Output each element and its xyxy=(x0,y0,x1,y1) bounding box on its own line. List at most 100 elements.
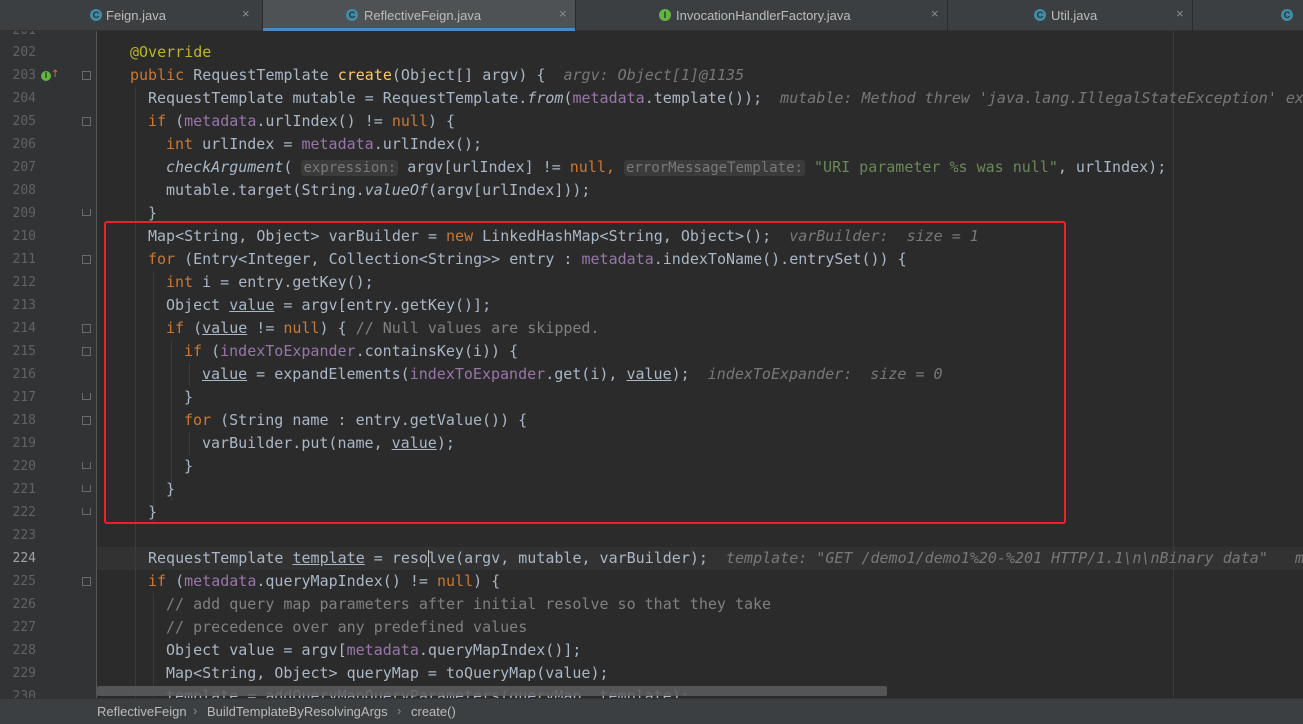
line-number: 205 xyxy=(12,114,36,129)
code-text: .queryMapIndex()]; xyxy=(418,641,582,659)
code-text: argv[urlIndex] != xyxy=(407,158,570,176)
debug-value-hint: mutable: Method threw 'java.lang.Illegal… xyxy=(780,89,1303,107)
code-text: , urlIndex); xyxy=(1057,158,1167,176)
code-line-229: Map<String, Object> queryMap = toQueryMa… xyxy=(166,664,609,682)
implements-marker-icon[interactable]: I xyxy=(41,71,51,81)
fold-icon[interactable] xyxy=(82,416,91,425)
line-number: 212 xyxy=(12,275,36,290)
code-text: mutable.target(String. xyxy=(166,181,365,199)
line-number: 215 xyxy=(12,344,36,359)
string-literal: "URI parameter %s was null" xyxy=(814,158,1058,176)
code-text: RequestTemplate xyxy=(184,66,338,84)
code-text: ( xyxy=(283,158,293,176)
indent-guide xyxy=(153,593,154,698)
close-tab-icon[interactable]: × xyxy=(1176,7,1184,21)
line-number: 226 xyxy=(12,597,36,612)
line-number: 210 xyxy=(12,229,36,244)
chevron-right-icon: › xyxy=(193,703,198,718)
code-text: (argv, mutable, varBuilder); xyxy=(455,549,708,567)
field-ref: metadata xyxy=(301,135,374,153)
code-text: ( xyxy=(166,112,185,130)
fold-end-icon[interactable] xyxy=(82,485,91,492)
fold-icon[interactable] xyxy=(82,117,91,126)
debug-value-hint: template: "GET /demo1/demo1%20-%201 HTTP… xyxy=(726,549,1303,567)
tab-util-java[interactable]: C Util.java × xyxy=(948,0,1193,30)
horizontal-scrollbar[interactable] xyxy=(97,686,887,696)
code-line-227: // precedence over any predefined values xyxy=(166,618,528,636)
code-text: urlIndex = xyxy=(193,135,302,153)
field-ref: metadata xyxy=(184,112,257,130)
tab-feign-java[interactable]: C Feign.java × xyxy=(82,0,263,30)
tab-label: Feign.java xyxy=(106,8,166,23)
tab-overflow[interactable]: C xyxy=(1193,0,1303,30)
code-line-204: RequestTemplate mutable = RequestTemplat… xyxy=(148,87,1303,110)
code-line-224: RequestTemplate template = resolve(argv,… xyxy=(148,547,1303,570)
fold-end-icon[interactable] xyxy=(82,508,91,515)
debug-value-hint: argv: Object[1]@1135 xyxy=(563,66,745,84)
code-line-206: int urlIndex = metadata.urlIndex(); xyxy=(166,133,482,156)
breadcrumb: ReflectiveFeign › BuildTemplateByResolvi… xyxy=(0,698,1303,724)
breadcrumb-item-class[interactable]: ReflectiveFeign xyxy=(97,704,187,719)
tab-label: InvocationHandlerFactory.java xyxy=(676,8,851,23)
breadcrumb-item-method[interactable]: create() xyxy=(411,704,456,719)
code-text: (argv[urlIndex])); xyxy=(427,181,591,199)
code-line-203: public RequestTemplate create(Object[] a… xyxy=(130,64,744,87)
line-number: 225 xyxy=(12,574,36,589)
editor-tab-bar: C Feign.java × C ReflectiveFeign.java × … xyxy=(0,0,1303,31)
fold-icon[interactable] xyxy=(82,71,91,80)
line-number: 211 xyxy=(12,252,36,267)
method-name: create xyxy=(337,66,392,84)
line-number-current: 224 xyxy=(12,551,36,566)
fold-end-icon[interactable] xyxy=(82,209,91,216)
line-number: 206 xyxy=(12,137,36,152)
line-number: 216 xyxy=(12,367,36,382)
code-text: .template()); xyxy=(644,89,763,107)
line-number-gutter[interactable]: 201 202 203 204 205 206 207 208 209 210 … xyxy=(0,31,97,698)
java-class-icon: C xyxy=(90,9,102,21)
line-number: 220 xyxy=(12,459,36,474)
close-tab-icon[interactable]: × xyxy=(242,7,250,21)
annotation: @Override xyxy=(130,43,212,61)
tab-invocationhandlerfactory-java[interactable]: I InvocationHandlerFactory.java × xyxy=(576,0,948,30)
line-number: 202 xyxy=(12,45,36,60)
keyword: null xyxy=(437,572,474,590)
line-number: 219 xyxy=(12,436,36,451)
line-number: 228 xyxy=(12,643,36,658)
code-text: ) { xyxy=(473,572,501,590)
line-number: 217 xyxy=(12,390,36,405)
code-text: Object value = argv[ xyxy=(166,641,347,659)
java-class-icon: C xyxy=(1034,9,1046,21)
fold-end-icon[interactable] xyxy=(82,462,91,469)
fold-icon[interactable] xyxy=(82,577,91,586)
line-number: 204 xyxy=(12,91,36,106)
code-line-225: if (metadata.queryMapIndex() != null) { xyxy=(148,570,500,593)
field-ref: metadata xyxy=(572,89,645,107)
tab-reflectivefeign-java[interactable]: C ReflectiveFeign.java × xyxy=(263,0,576,31)
right-margin-guide xyxy=(1173,31,1174,698)
field-ref: metadata xyxy=(346,641,419,659)
static-method: from xyxy=(527,89,564,107)
punctuation: , xyxy=(605,158,615,176)
close-tab-icon[interactable]: × xyxy=(559,7,567,21)
fold-icon[interactable] xyxy=(82,347,91,356)
code-text: = xyxy=(364,549,392,567)
parameter-hint: errorMessageTemplate: xyxy=(623,160,805,176)
line-number: 207 xyxy=(12,160,36,175)
fold-icon[interactable] xyxy=(82,324,91,333)
code-line-228: Object value = argv[metadata.queryMapInd… xyxy=(166,639,581,662)
java-class-icon: C xyxy=(1281,9,1293,21)
code-text: reso xyxy=(391,549,428,567)
fold-icon[interactable] xyxy=(82,255,91,264)
code-text: RequestTemplate mutable = RequestTemplat… xyxy=(148,89,528,107)
override-arrow-icon[interactable]: ↑ xyxy=(51,69,59,80)
keyword: if xyxy=(148,572,167,590)
keyword: null xyxy=(569,158,606,176)
code-text: RequestTemplate xyxy=(148,549,293,567)
line-number: 227 xyxy=(12,620,36,635)
field-ref: metadata xyxy=(184,572,257,590)
code-text: .urlIndex() != xyxy=(256,112,392,130)
close-tab-icon[interactable]: × xyxy=(931,7,939,21)
breadcrumb-item-inner-class[interactable]: BuildTemplateByResolvingArgs xyxy=(207,704,388,719)
fold-end-icon[interactable] xyxy=(82,393,91,400)
line-number: 221 xyxy=(12,482,36,497)
